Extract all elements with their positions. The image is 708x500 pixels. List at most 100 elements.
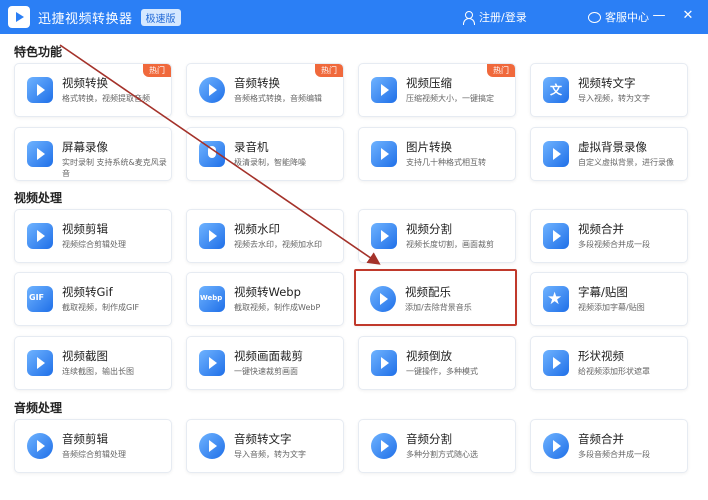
card-video-screenshot[interactable]: 视频截图 连续截图，输出长图 [14,336,172,390]
gif-icon [27,286,53,312]
card-desc: 音频格式转换，音频编辑 [234,94,322,103]
card-desc: 添加/去除背景音乐 [405,303,472,312]
card-shape-video[interactable]: 形状视频 给视频添加形状遮罩 [530,336,688,390]
video-music-icon [370,286,396,312]
card-desc: 导入音频，转为文字 [234,450,306,459]
card-video-music[interactable]: 视频配乐 添加/去除背景音乐 [354,269,517,326]
card-title: 录音机 [234,140,269,154]
card-title: 视频分割 [406,222,452,236]
title-bar: 迅捷视频转换器 极速版 注册/登录 客服中心 — ✕ [0,0,708,34]
webp-icon [199,286,225,312]
card-virtual-bg[interactable]: 虚拟背景录像 自定义虚拟背景，进行录像 [530,127,688,181]
card-title: 虚拟背景录像 [578,140,647,154]
minimize-button[interactable]: — [651,8,667,24]
card-title: 音频转换 [234,76,280,90]
card-title: 视频配乐 [405,285,451,299]
reverse-icon [371,350,397,376]
card-title: 音频剪辑 [62,432,108,446]
card-title: 音频分割 [406,432,452,446]
card-title: 视频剪辑 [62,222,108,236]
card-title: 音频合并 [578,432,624,446]
card-title: 屏幕录像 [62,140,108,154]
video-split-icon [371,223,397,249]
card-desc: 视频添加字幕/贴图 [578,303,645,312]
card-title: 视频转Gif [62,285,113,299]
card-recorder[interactable]: 录音机 极清录制，智能降噪 [186,127,344,181]
card-video-split[interactable]: 视频分割 视频长度切割，画面裁剪 [358,209,516,263]
card-audio-edit[interactable]: 音频剪辑 音频综合剪辑处理 [14,419,172,473]
card-desc: 连续截图，输出长图 [62,367,134,376]
card-audio-to-text[interactable]: 音频转文字 导入音频，转为文字 [186,419,344,473]
card-audio-merge[interactable]: 音频合并 多段音频合并成一段 [530,419,688,473]
card-screen-record[interactable]: 屏幕录像 实时录制 支持系统&麦克风录音 [14,127,172,181]
audio-edit-icon [27,433,53,459]
card-video-to-gif[interactable]: 视频转Gif 截取视频，制作成GIF [14,272,172,326]
card-title: 视频倒放 [406,349,452,363]
card-video-edit[interactable]: 视频剪辑 视频综合剪辑处理 [14,209,172,263]
card-subtitle-sticker[interactable]: 字幕/贴图 视频添加字幕/贴图 [530,272,688,326]
card-video-compress[interactable]: 视频压缩 压缩视频大小，一键搞定 热门 [358,63,516,117]
audio-to-text-icon [199,433,225,459]
card-desc: 多段音频合并成一段 [578,450,650,459]
card-title: 视频压缩 [406,76,452,90]
card-desc: 视频综合剪辑处理 [62,240,126,249]
crop-icon [199,350,225,376]
card-video-convert[interactable]: 视频转换 格式转换，视频提取音频 热门 [14,63,172,117]
hot-badge: 热门 [143,64,171,77]
card-desc: 给视频添加形状遮罩 [578,367,650,376]
card-audio-convert[interactable]: 音频转换 音频格式转换，音频编辑 热门 [186,63,344,117]
card-desc: 截取视频，制作成GIF [62,303,140,312]
subtitle-sticker-icon [543,286,569,312]
card-title: 视频转换 [62,76,108,90]
app-logo-icon [8,6,30,28]
card-title: 字幕/贴图 [578,285,628,299]
card-desc: 一键操作，多种模式 [406,367,478,376]
video-compress-icon [371,77,397,103]
login-label: 注册/登录 [479,11,527,24]
card-desc: 压缩视频大小，一键搞定 [406,94,494,103]
screen-record-icon [27,141,53,167]
card-desc: 格式转换，视频提取音频 [62,94,150,103]
card-image-convert[interactable]: 图片转换 支持几十种格式相互转 [358,127,516,181]
card-desc: 一键快速裁剪画面 [234,367,298,376]
card-video-to-text[interactable]: 视频转文字 导入视频，转为文字 [530,63,688,117]
close-button[interactable]: ✕ [680,8,696,24]
card-video-to-webp[interactable]: 视频转Webp 截取视频，制作成WebP [186,272,344,326]
watermark-icon [199,223,225,249]
audio-convert-icon [199,77,225,103]
card-video-merge[interactable]: 视频合并 多段视频合并成一段 [530,209,688,263]
app-title: 迅捷视频转换器 [38,11,133,27]
hot-badge: 热门 [487,64,515,77]
support-button[interactable]: 客服中心 [588,9,649,25]
video-convert-icon [27,77,53,103]
card-desc: 自定义虚拟背景，进行录像 [578,158,674,167]
card-desc: 截取视频，制作成WebP [234,303,321,312]
edition-badge: 极速版 [140,8,181,26]
login-button[interactable]: 注册/登录 [462,9,527,25]
card-desc: 支持几十种格式相互转 [406,158,486,167]
recorder-icon [199,141,225,167]
user-icon [462,10,475,25]
video-edit-icon [27,223,53,249]
section-title-featured: 特色功能 [14,45,63,59]
card-audio-split[interactable]: 音频分割 多种分割方式随心选 [358,419,516,473]
card-desc: 极清录制，智能降噪 [234,158,306,167]
shape-video-icon [543,350,569,376]
card-desc: 视频去水印，视频加水印 [234,240,322,249]
screenshot-icon [27,350,53,376]
card-desc: 实时录制 支持系统&麦克风录音 [62,158,167,178]
card-desc: 多段视频合并成一段 [578,240,650,249]
card-video-crop[interactable]: 视频画面裁剪 一键快速裁剪画面 [186,336,344,390]
card-title: 形状视频 [578,349,624,363]
video-to-text-icon [543,77,569,103]
chat-icon [588,11,601,23]
virtual-bg-icon [543,141,569,167]
section-title-video: 视频处理 [14,191,63,205]
card-video-reverse[interactable]: 视频倒放 一键操作，多种模式 [358,336,516,390]
card-watermark[interactable]: 视频水印 视频去水印，视频加水印 [186,209,344,263]
card-title: 视频截图 [62,349,108,363]
audio-merge-icon [543,433,569,459]
image-convert-icon [371,141,397,167]
card-desc: 音频综合剪辑处理 [62,450,126,459]
card-title: 视频画面裁剪 [234,349,303,363]
